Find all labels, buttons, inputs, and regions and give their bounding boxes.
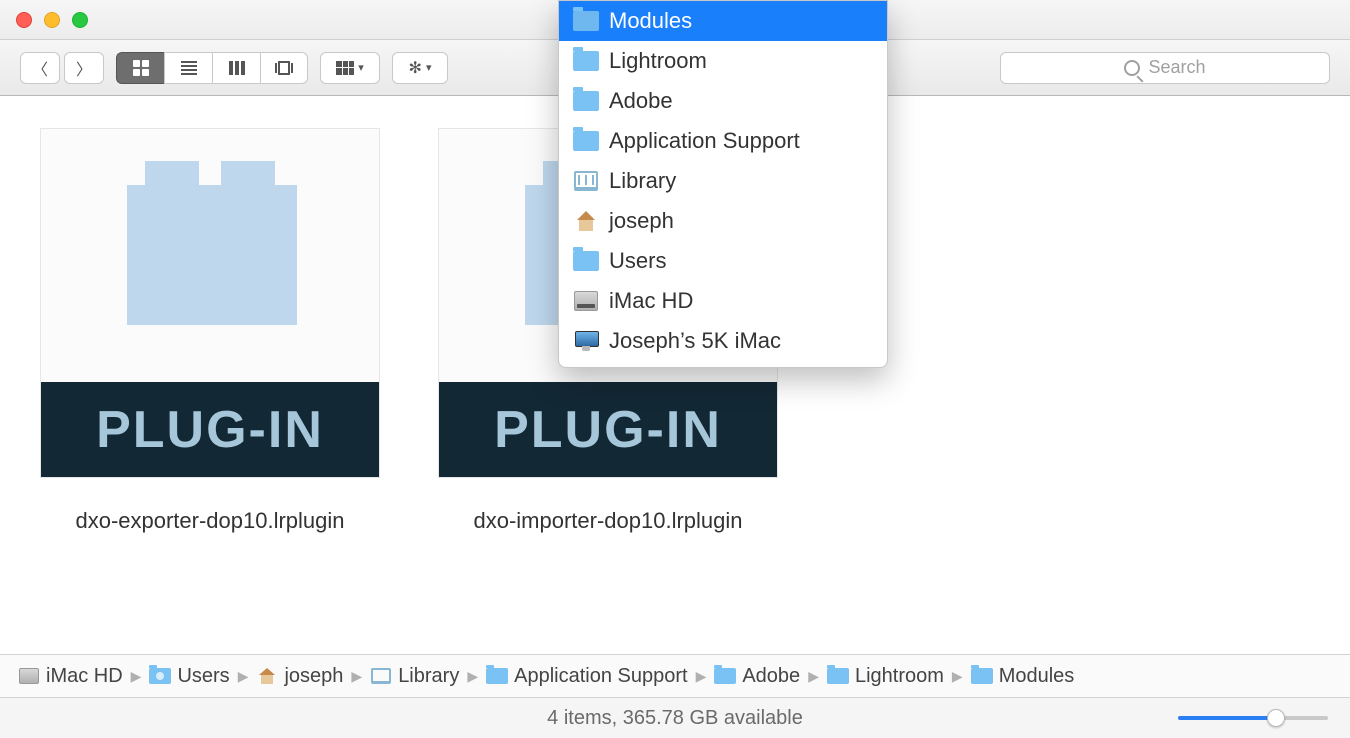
path-segment-application-support[interactable]: Application Support xyxy=(486,665,687,688)
file-item[interactable]: PLUG-IN dxo-exporter-dop10.lrplugin xyxy=(40,128,380,534)
path-label: Lightroom xyxy=(855,665,944,688)
path-label: Application Support xyxy=(514,665,687,688)
path-label: Users xyxy=(177,665,229,688)
path-dropdown-menu: Modules Lightroom Adobe Application Supp… xyxy=(558,0,888,368)
library-icon xyxy=(370,667,392,685)
folder-icon xyxy=(573,90,599,112)
view-mode-segment xyxy=(116,52,308,84)
file-label: dxo-exporter-dop10.lrplugin xyxy=(75,508,344,534)
dropdown-item-label: Lightroom xyxy=(609,48,707,74)
status-text: 4 items, 365.78 GB available xyxy=(547,707,803,730)
plugin-badge: PLUG-IN xyxy=(439,382,777,477)
status-bar: 4 items, 365.78 GB available xyxy=(0,698,1350,738)
dropdown-item-label: Joseph’s 5K iMac xyxy=(609,328,781,354)
search-field[interactable]: Search xyxy=(1000,52,1330,84)
monitor-icon xyxy=(573,330,599,352)
arrange-button[interactable]: ▾ xyxy=(320,52,380,84)
path-separator-icon: ▶ xyxy=(696,668,707,685)
grid-icon xyxy=(133,60,149,76)
dropdown-item-label: Application Support xyxy=(609,128,800,154)
dropdown-item-label: Adobe xyxy=(609,88,673,114)
chevron-left-icon: 〈 xyxy=(32,56,48,80)
disk-icon xyxy=(18,667,40,685)
path-segment-lightroom[interactable]: Lightroom xyxy=(827,665,944,688)
path-label: Modules xyxy=(999,665,1075,688)
home-icon xyxy=(573,210,599,232)
folder-icon xyxy=(573,10,599,32)
nav-group: 〈 〉 xyxy=(20,52,104,84)
dropdown-item-label: joseph xyxy=(609,208,674,234)
path-label: Adobe xyxy=(742,665,800,688)
folder-icon xyxy=(714,667,736,685)
dropdown-item-label: Modules xyxy=(609,8,692,34)
path-segment-modules[interactable]: Modules xyxy=(971,665,1075,688)
minimize-window-button[interactable] xyxy=(44,12,60,28)
path-separator-icon: ▶ xyxy=(238,668,249,685)
window-controls xyxy=(16,12,88,28)
forward-button[interactable]: 〉 xyxy=(64,52,104,84)
dropdown-item-modules[interactable]: Modules xyxy=(559,1,887,41)
search-icon xyxy=(1124,60,1140,76)
path-separator-icon: ▶ xyxy=(131,668,142,685)
dropdown-item-application-support[interactable]: Application Support xyxy=(559,121,887,161)
dropdown-item-library[interactable]: Library xyxy=(559,161,887,201)
path-label: iMac HD xyxy=(46,665,123,688)
view-coverflow-button[interactable] xyxy=(260,52,308,84)
disk-icon xyxy=(573,290,599,312)
folder-icon xyxy=(971,667,993,685)
view-list-button[interactable] xyxy=(164,52,212,84)
path-separator-icon: ▶ xyxy=(467,668,478,685)
slider-track xyxy=(1178,716,1328,720)
view-icon-button[interactable] xyxy=(116,52,164,84)
close-window-button[interactable] xyxy=(16,12,32,28)
search-placeholder: Search xyxy=(1148,57,1205,78)
dropdown-item-adobe[interactable]: Adobe xyxy=(559,81,887,121)
path-segment-imac-hd[interactable]: iMac HD xyxy=(18,665,123,688)
action-button[interactable]: ✻ ▾ xyxy=(392,52,448,84)
path-bar: iMac HD ▶ Users ▶ joseph ▶ Library ▶ App… xyxy=(0,654,1350,698)
folder-icon xyxy=(827,667,849,685)
path-separator-icon: ▶ xyxy=(351,668,362,685)
arrange-icon xyxy=(336,61,354,75)
plugin-file-icon: PLUG-IN xyxy=(40,128,380,478)
back-button[interactable]: 〈 xyxy=(20,52,60,84)
folder-icon xyxy=(573,250,599,272)
folder-icon xyxy=(573,130,599,152)
zoom-window-button[interactable] xyxy=(72,12,88,28)
path-segment-adobe[interactable]: Adobe xyxy=(714,665,800,688)
columns-icon xyxy=(229,61,245,75)
home-icon xyxy=(256,667,278,685)
library-icon xyxy=(573,170,599,192)
path-label: Library xyxy=(398,665,459,688)
slider-thumb[interactable] xyxy=(1267,709,1285,727)
dropdown-item-joseph[interactable]: joseph xyxy=(559,201,887,241)
chevron-down-icon: ▾ xyxy=(358,61,364,74)
path-label: joseph xyxy=(284,665,343,688)
dropdown-item-label: Library xyxy=(609,168,676,194)
chevron-right-icon: 〉 xyxy=(76,56,92,80)
dropdown-item-label: iMac HD xyxy=(609,288,693,314)
file-label: dxo-importer-dop10.lrplugin xyxy=(473,508,742,534)
path-segment-joseph[interactable]: joseph xyxy=(256,665,343,688)
dropdown-item-users[interactable]: Users xyxy=(559,241,887,281)
gear-icon: ✻ xyxy=(409,58,422,78)
dropdown-item-lightroom[interactable]: Lightroom xyxy=(559,41,887,81)
dropdown-item-label: Users xyxy=(609,248,666,274)
plugin-badge: PLUG-IN xyxy=(41,382,379,477)
path-segment-library[interactable]: Library xyxy=(370,665,459,688)
list-icon xyxy=(181,61,197,75)
dropdown-item-imac-hd[interactable]: iMac HD xyxy=(559,281,887,321)
path-separator-icon: ▶ xyxy=(952,668,963,685)
coverflow-icon xyxy=(275,61,293,75)
folder-icon xyxy=(573,50,599,72)
icon-size-slider[interactable] xyxy=(1178,709,1328,727)
dropdown-item-computer[interactable]: Joseph’s 5K iMac xyxy=(559,321,887,361)
path-separator-icon: ▶ xyxy=(808,668,819,685)
folder-icon xyxy=(486,667,508,685)
folder-icon xyxy=(149,667,171,685)
view-column-button[interactable] xyxy=(212,52,260,84)
path-segment-users[interactable]: Users xyxy=(149,665,229,688)
chevron-down-icon: ▾ xyxy=(426,61,432,74)
